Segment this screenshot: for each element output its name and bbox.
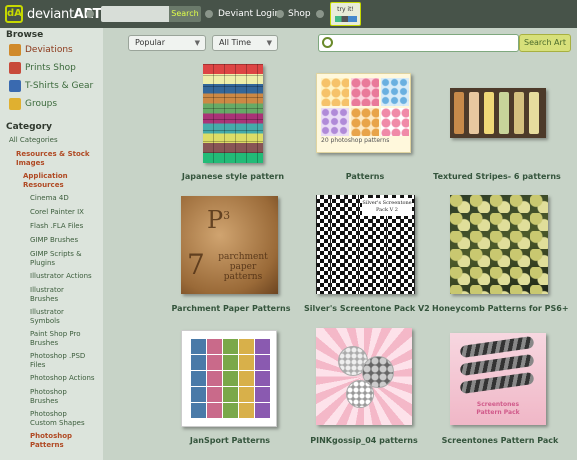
thumbnail-text: Screentones Pattern Pack <box>476 401 520 416</box>
category-link[interactable]: Photoshop Custom Shapes <box>30 410 94 428</box>
chevron-down-icon: ▼ <box>194 39 200 47</box>
shop-link[interactable]: Shop <box>288 9 311 19</box>
chevron-down-icon: ▼ <box>266 39 272 47</box>
stripe-swatch <box>499 92 509 134</box>
category-link[interactable]: Illustrator Actions <box>30 272 92 281</box>
thumbnail-text: parchment paper patterns <box>218 252 268 282</box>
category-link-selected[interactable]: Photoshop Patterns <box>30 432 84 450</box>
search-art-button[interactable]: Search Art <box>519 34 571 52</box>
groups-icon <box>9 98 21 110</box>
thumbnail-jansport-patterns[interactable] <box>181 330 277 427</box>
item-caption[interactable]: Screentones Pattern Pack <box>440 436 560 445</box>
category-link[interactable]: Paint Shop Pro Brushes <box>30 330 94 348</box>
category-link[interactable]: Illustrator Symbols <box>30 308 80 326</box>
category-link[interactable]: Photoshop .PSD Files <box>30 352 94 370</box>
tshirt-icon <box>9 80 21 92</box>
category-link[interactable]: Illustrator Brushes <box>30 286 80 304</box>
separator-dot-icon <box>86 10 94 18</box>
sidebar-item-groups[interactable]: Groups <box>9 98 57 110</box>
pattern-swatch <box>351 78 379 106</box>
item-caption[interactable]: Japanese style pattern <box>170 172 296 181</box>
try-it-label: try it! <box>337 6 354 13</box>
category-link[interactable]: Cinema 4D <box>30 194 69 203</box>
deviations-icon <box>9 44 21 56</box>
separator-dot-icon <box>316 10 324 18</box>
thumbnail-pinkgossip-patterns[interactable] <box>316 328 412 425</box>
brush-stroke <box>459 371 535 395</box>
thumbnail-silvers-screentone-pack[interactable]: Silver's Screentone Pack V 2 <box>316 195 415 294</box>
item-caption[interactable]: Parchment Paper Patterns <box>168 304 294 313</box>
thumbnail-text: Silver's Screentone Pack V 2 <box>362 198 412 216</box>
category-link[interactable]: Photoshop Brushes <box>30 388 80 406</box>
sidebar-item-label: Groups <box>25 99 58 109</box>
time-dropdown[interactable]: All Time ▼ <box>212 35 278 51</box>
category-heading: Category <box>6 122 53 132</box>
item-caption[interactable]: Silver's Screentone Pack V2 <box>304 304 430 313</box>
sidebar-item-prints-shop[interactable]: Prints Shop <box>9 62 76 74</box>
sidebar-item-deviations[interactable]: Deviations <box>9 44 73 56</box>
thumbnail-screentones-pattern-pack[interactable]: Screentones Pattern Pack <box>450 333 546 425</box>
top-bar: dA deviantART Search Deviant Login Shop … <box>0 0 577 28</box>
stripe-swatch <box>529 92 539 134</box>
pattern-grid <box>190 339 270 419</box>
pattern-swatch <box>381 108 409 136</box>
stripe-swatch <box>454 92 464 134</box>
sort-dropdown[interactable]: Popular ▼ <box>128 35 206 51</box>
sidebar-item-label: Prints Shop <box>25 63 76 73</box>
category-link[interactable]: Photoshop Actions <box>30 374 95 383</box>
category-link[interactable]: GIMP Brushes <box>30 236 78 245</box>
prints-icon <box>9 62 21 74</box>
pattern-swatch <box>321 108 349 136</box>
thumbnail-parchment-paper-patterns[interactable]: P3 7 parchment paper patterns <box>181 196 278 294</box>
try-it-icon <box>334 16 357 22</box>
thumbnail-japanese-style-pattern[interactable] <box>203 64 263 163</box>
category-link[interactable]: Resources & Stock Images <box>16 150 100 168</box>
pattern-circle <box>346 380 374 408</box>
pattern-swatch <box>381 78 409 106</box>
category-link[interactable]: Application Resources <box>23 172 99 190</box>
thumbnail-textured-stripes[interactable] <box>450 88 546 138</box>
sidebar: Browse Deviations Prints Shop T-Shirts &… <box>0 28 103 460</box>
item-caption[interactable]: Patterns <box>315 172 415 181</box>
category-link[interactable]: GIMP Scripts & Plugins <box>30 250 98 268</box>
thumbnail-text: P3 <box>207 206 231 234</box>
try-it-button[interactable]: try it! <box>330 2 361 26</box>
thumbnail-number: 7 <box>187 248 205 281</box>
separator-dot-icon <box>276 10 284 18</box>
top-search-button[interactable]: Search <box>169 6 201 22</box>
search-icon <box>322 37 333 48</box>
pattern-swatch <box>321 78 349 106</box>
item-caption[interactable]: PINKgossip_04 patterns <box>304 436 424 445</box>
stripe-swatch <box>469 92 479 134</box>
deviant-login-link[interactable]: Deviant Login <box>218 9 280 19</box>
pattern-swatch <box>351 108 379 136</box>
sidebar-item-tshirts-gear[interactable]: T-Shirts & Gear <box>9 80 93 92</box>
item-caption[interactable]: Honeycomb Patterns for PS6+ <box>432 304 569 313</box>
thumbnail-text: 20 photoshop patterns <box>321 137 390 144</box>
sidebar-item-label: Deviations <box>25 45 73 55</box>
logo-mark: dA <box>5 5 23 23</box>
category-link[interactable]: All Categories <box>9 136 58 145</box>
sidebar-item-label: T-Shirts & Gear <box>25 81 94 91</box>
search-art-input[interactable] <box>318 34 519 52</box>
stripe-swatch <box>514 92 524 134</box>
sort-dropdown-value: Popular <box>135 38 165 47</box>
item-caption[interactable]: Textured Stripes- 6 patterns <box>432 172 562 181</box>
stripe-swatch <box>484 92 494 134</box>
time-dropdown-value: All Time <box>219 38 252 47</box>
separator-dot-icon <box>205 10 213 18</box>
item-caption[interactable]: JanSport Patterns <box>180 436 280 445</box>
category-link[interactable]: Corel Painter IX <box>30 208 84 217</box>
category-link[interactable]: Flash .FLA Files <box>30 222 83 231</box>
thumbnail-honeycomb-patterns[interactable] <box>450 195 548 294</box>
browse-heading: Browse <box>6 30 44 40</box>
thumbnail-patterns[interactable]: 20 photoshop patterns <box>316 73 411 153</box>
